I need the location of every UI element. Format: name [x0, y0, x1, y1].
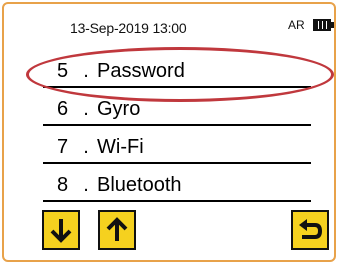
up-button[interactable]	[98, 210, 136, 250]
menu-item-label: Gyro	[97, 98, 141, 120]
battery-tip	[331, 22, 334, 28]
arrow-down-icon	[50, 219, 72, 243]
status-bar: 13-Sep-2019 13:00 AR	[0, 0, 340, 44]
down-button[interactable]	[42, 210, 80, 250]
battery-icon	[313, 19, 331, 31]
menu-item-separator: .	[83, 98, 89, 120]
datetime-label: 13-Sep-2019 13:00	[70, 20, 187, 36]
menu-item-bluetooth[interactable]: 8. Bluetooth	[43, 168, 311, 202]
menu-item-separator: .	[83, 136, 89, 158]
menu-item-separator: .	[83, 60, 89, 82]
menu-item-separator: .	[83, 174, 89, 196]
menu-item-label: Password	[97, 60, 185, 82]
menu-item-password[interactable]: 5. Password	[43, 54, 311, 88]
menu-item-gyro[interactable]: 6. Gyro	[43, 92, 311, 126]
menu-item-number: 5	[57, 60, 69, 82]
menu-item-wifi[interactable]: 7. Wi-Fi	[43, 130, 311, 164]
menu-item-label: Bluetooth	[97, 174, 182, 196]
mode-label: AR	[288, 18, 305, 32]
arrow-up-icon	[106, 217, 128, 241]
menu-item-number: 8	[57, 174, 69, 196]
back-button[interactable]	[291, 210, 329, 250]
menu-item-number: 7	[57, 136, 69, 158]
menu-item-number: 6	[57, 98, 69, 120]
return-icon	[299, 219, 323, 239]
menu-item-label: Wi-Fi	[97, 136, 144, 158]
